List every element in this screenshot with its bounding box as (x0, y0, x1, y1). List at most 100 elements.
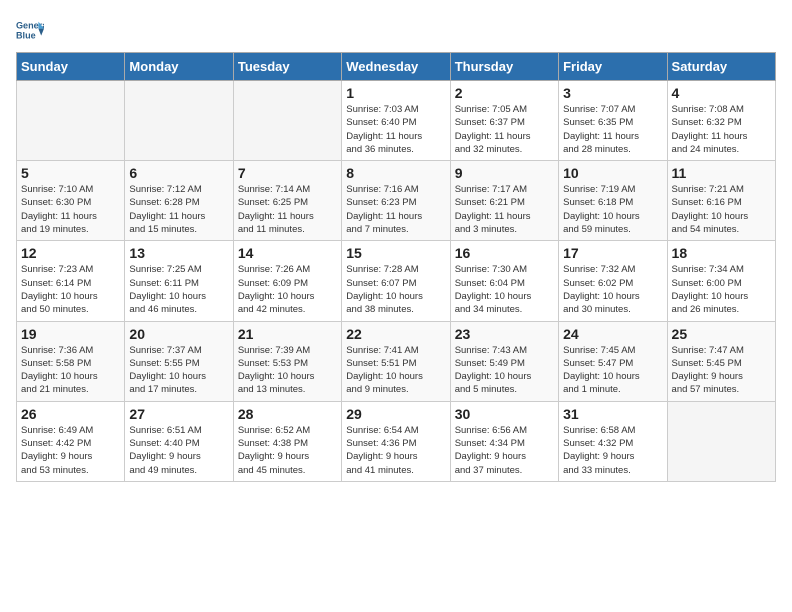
day-info: Sunrise: 7:03 AM Sunset: 6:40 PM Dayligh… (346, 103, 445, 156)
calendar-cell: 8 Sunrise: 7:16 AM Sunset: 6:23 PM Daylig… (342, 161, 450, 241)
day-number: 20 (129, 326, 228, 342)
day-number: 25 (672, 326, 771, 342)
day-number: 24 (563, 326, 662, 342)
day-info: Sunrise: 7:43 AM Sunset: 5:49 PM Dayligh… (455, 344, 554, 397)
day-info: Sunrise: 7:25 AM Sunset: 6:11 PM Dayligh… (129, 263, 228, 316)
day-info: Sunrise: 7:34 AM Sunset: 6:00 PM Dayligh… (672, 263, 771, 316)
calendar-cell: 4 Sunrise: 7:08 AM Sunset: 6:32 PM Daylig… (667, 81, 775, 161)
day-number: 30 (455, 406, 554, 422)
calendar-cell (667, 401, 775, 481)
day-number: 22 (346, 326, 445, 342)
day-header: Wednesday (342, 53, 450, 81)
day-info: Sunrise: 7:07 AM Sunset: 6:35 PM Dayligh… (563, 103, 662, 156)
calendar-cell (17, 81, 125, 161)
day-header: Tuesday (233, 53, 341, 81)
calendar-cell: 30Sunrise: 6:56 AM Sunset: 4:34 PM Dayli… (450, 401, 558, 481)
day-info: Sunrise: 7:19 AM Sunset: 6:18 PM Dayligh… (563, 183, 662, 236)
calendar-cell: 25 Sunrise: 7:47 AM Sunset: 5:45 PM Dayli… (667, 321, 775, 401)
day-info: Sunrise: 7:16 AM Sunset: 6:23 PM Dayligh… (346, 183, 445, 236)
day-info: Sunrise: 6:58 AM Sunset: 4:32 PM Dayligh… (563, 424, 662, 477)
calendar-week: 5 Sunrise: 7:10 AM Sunset: 6:30 PM Daylig… (17, 161, 776, 241)
calendar-cell: 26Sunrise: 6:49 AM Sunset: 4:42 PM Dayli… (17, 401, 125, 481)
day-number: 15 (346, 245, 445, 261)
day-number: 29 (346, 406, 445, 422)
calendar-cell: 16 Sunrise: 7:30 AM Sunset: 6:04 PM Dayli… (450, 241, 558, 321)
calendar-cell (233, 81, 341, 161)
day-number: 9 (455, 165, 554, 181)
calendar-cell: 5 Sunrise: 7:10 AM Sunset: 6:30 PM Daylig… (17, 161, 125, 241)
day-info: Sunrise: 7:45 AM Sunset: 5:47 PM Dayligh… (563, 344, 662, 397)
day-info: Sunrise: 7:47 AM Sunset: 5:45 PM Dayligh… (672, 344, 771, 397)
day-number: 23 (455, 326, 554, 342)
calendar-cell: 3 Sunrise: 7:07 AM Sunset: 6:35 PM Daylig… (559, 81, 667, 161)
day-header: Sunday (17, 53, 125, 81)
day-info: Sunrise: 7:32 AM Sunset: 6:02 PM Dayligh… (563, 263, 662, 316)
day-info: Sunrise: 6:52 AM Sunset: 4:38 PM Dayligh… (238, 424, 337, 477)
calendar-body: 1 Sunrise: 7:03 AM Sunset: 6:40 PM Daylig… (17, 81, 776, 482)
calendar-cell: 6 Sunrise: 7:12 AM Sunset: 6:28 PM Daylig… (125, 161, 233, 241)
day-number: 4 (672, 85, 771, 101)
day-number: 6 (129, 165, 228, 181)
day-number: 26 (21, 406, 120, 422)
calendar-week: 19 Sunrise: 7:36 AM Sunset: 5:58 PM Dayli… (17, 321, 776, 401)
logo: General Blue (16, 16, 48, 44)
day-info: Sunrise: 7:12 AM Sunset: 6:28 PM Dayligh… (129, 183, 228, 236)
day-number: 31 (563, 406, 662, 422)
calendar-cell: 21Sunrise: 7:39 AM Sunset: 5:53 PM Dayli… (233, 321, 341, 401)
day-header: Friday (559, 53, 667, 81)
day-info: Sunrise: 7:30 AM Sunset: 6:04 PM Dayligh… (455, 263, 554, 316)
day-info: Sunrise: 7:05 AM Sunset: 6:37 PM Dayligh… (455, 103, 554, 156)
calendar-cell: 1 Sunrise: 7:03 AM Sunset: 6:40 PM Daylig… (342, 81, 450, 161)
calendar-cell: 2 Sunrise: 7:05 AM Sunset: 6:37 PM Daylig… (450, 81, 558, 161)
calendar-cell: 15Sunrise: 7:28 AM Sunset: 6:07 PM Dayli… (342, 241, 450, 321)
day-info: Sunrise: 7:41 AM Sunset: 5:51 PM Dayligh… (346, 344, 445, 397)
calendar-cell: 29 Sunrise: 6:54 AM Sunset: 4:36 PM Dayli… (342, 401, 450, 481)
calendar-cell: 28Sunrise: 6:52 AM Sunset: 4:38 PM Dayli… (233, 401, 341, 481)
header: General Blue (16, 16, 776, 44)
day-info: Sunrise: 7:17 AM Sunset: 6:21 PM Dayligh… (455, 183, 554, 236)
day-info: Sunrise: 6:54 AM Sunset: 4:36 PM Dayligh… (346, 424, 445, 477)
calendar-cell: 31 Sunrise: 6:58 AM Sunset: 4:32 PM Dayli… (559, 401, 667, 481)
day-info: Sunrise: 7:37 AM Sunset: 5:55 PM Dayligh… (129, 344, 228, 397)
day-number: 16 (455, 245, 554, 261)
calendar-cell: 22 Sunrise: 7:41 AM Sunset: 5:51 PM Dayli… (342, 321, 450, 401)
calendar-cell: 24 Sunrise: 7:45 AM Sunset: 5:47 PM Dayli… (559, 321, 667, 401)
day-number: 13 (129, 245, 228, 261)
day-number: 8 (346, 165, 445, 181)
day-number: 14 (238, 245, 337, 261)
calendar-cell: 19 Sunrise: 7:36 AM Sunset: 5:58 PM Dayli… (17, 321, 125, 401)
calendar-cell: 27Sunrise: 6:51 AM Sunset: 4:40 PM Dayli… (125, 401, 233, 481)
day-number: 5 (21, 165, 120, 181)
day-info: Sunrise: 7:08 AM Sunset: 6:32 PM Dayligh… (672, 103, 771, 156)
day-info: Sunrise: 7:26 AM Sunset: 6:09 PM Dayligh… (238, 263, 337, 316)
calendar-table: SundayMondayTuesdayWednesdayThursdayFrid… (16, 52, 776, 482)
calendar-cell: 10 Sunrise: 7:19 AM Sunset: 6:18 PM Dayli… (559, 161, 667, 241)
day-number: 27 (129, 406, 228, 422)
calendar-cell: 17 Sunrise: 7:32 AM Sunset: 6:02 PM Dayli… (559, 241, 667, 321)
day-number: 1 (346, 85, 445, 101)
day-info: Sunrise: 7:14 AM Sunset: 6:25 PM Dayligh… (238, 183, 337, 236)
logo-icon: General Blue (16, 16, 44, 44)
calendar-cell: 13 Sunrise: 7:25 AM Sunset: 6:11 PM Dayli… (125, 241, 233, 321)
calendar-cell (125, 81, 233, 161)
calendar-header: SundayMondayTuesdayWednesdayThursdayFrid… (17, 53, 776, 81)
day-number: 10 (563, 165, 662, 181)
calendar-cell: 20 Sunrise: 7:37 AM Sunset: 5:55 PM Dayli… (125, 321, 233, 401)
day-number: 17 (563, 245, 662, 261)
day-header: Monday (125, 53, 233, 81)
day-info: Sunrise: 7:36 AM Sunset: 5:58 PM Dayligh… (21, 344, 120, 397)
day-info: Sunrise: 7:23 AM Sunset: 6:14 PM Dayligh… (21, 263, 120, 316)
day-number: 3 (563, 85, 662, 101)
calendar-week: 12 Sunrise: 7:23 AM Sunset: 6:14 PM Dayli… (17, 241, 776, 321)
day-info: Sunrise: 7:21 AM Sunset: 6:16 PM Dayligh… (672, 183, 771, 236)
day-number: 7 (238, 165, 337, 181)
day-info: Sunrise: 7:10 AM Sunset: 6:30 PM Dayligh… (21, 183, 120, 236)
calendar-week: 26Sunrise: 6:49 AM Sunset: 4:42 PM Dayli… (17, 401, 776, 481)
day-number: 19 (21, 326, 120, 342)
day-number: 12 (21, 245, 120, 261)
calendar-week: 1 Sunrise: 7:03 AM Sunset: 6:40 PM Daylig… (17, 81, 776, 161)
calendar-cell: 11 Sunrise: 7:21 AM Sunset: 6:16 PM Dayli… (667, 161, 775, 241)
day-number: 21 (238, 326, 337, 342)
day-number: 11 (672, 165, 771, 181)
day-number: 2 (455, 85, 554, 101)
